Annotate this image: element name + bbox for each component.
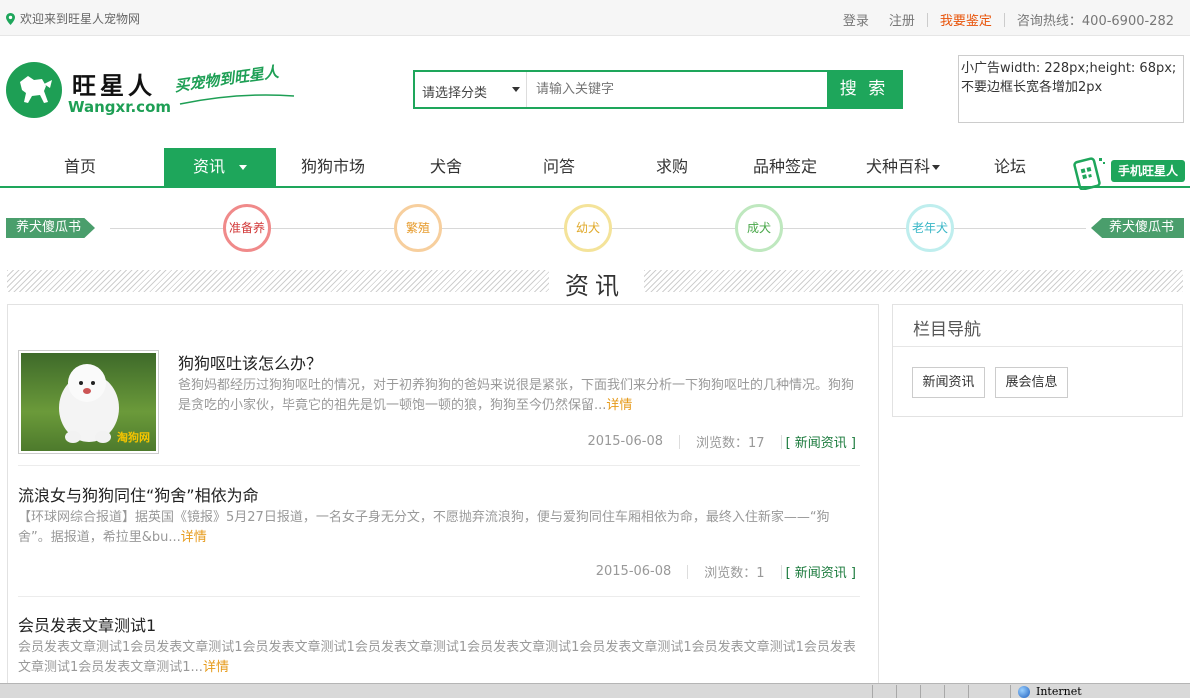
- article-date: 2015-06-08: [587, 434, 664, 449]
- top-links: 登录 注册 我要鉴定 咨询热线：400-6900-282: [823, 10, 1174, 29]
- article-category-tag[interactable]: [ 新闻资讯 ]: [786, 432, 856, 451]
- article-summary: 会员发表文章测试1会员发表文章测试1会员发表文章测试1会员发表文章测试1会员发表…: [18, 640, 856, 675]
- nav-item-qa[interactable]: 问答: [509, 148, 609, 186]
- site-logo[interactable]: 旺星人 Wangxr.com 买宠物到旺星人: [6, 62, 306, 122]
- section-title: 资讯: [565, 272, 625, 300]
- dog-life-stages: 养犬傻瓜书 养犬傻瓜书 准备养 繁殖 幼犬 成犬 老年犬: [0, 200, 1190, 260]
- divider: [926, 12, 928, 27]
- category-nav-panel: 栏目导航 新闻资讯 展会信息: [892, 304, 1183, 417]
- article-summary: 【环球网综合报道】据英国《镜报》5月27日报道，一名女子身无分文，不愿抛弃流浪狗…: [18, 510, 830, 545]
- security-zone: Internet: [1018, 685, 1082, 698]
- qr-phone-icon: [1073, 157, 1105, 190]
- logo-domain: Wangxr.com: [68, 98, 172, 116]
- article-category-tag[interactable]: [ 新闻资讯 ]: [786, 562, 856, 581]
- nav-item-forum[interactable]: 论坛: [960, 148, 1060, 186]
- thumbnail-watermark: 淘狗网: [117, 431, 150, 444]
- stage-preparing[interactable]: 准备养: [223, 204, 271, 252]
- search-bar: 请选择分类 搜 索: [413, 70, 903, 109]
- details-link[interactable]: 详情: [181, 530, 207, 545]
- welcome-message: 欢迎来到旺星人宠物网: [6, 10, 140, 27]
- mobile-site-label: 手机旺星人: [1111, 160, 1185, 182]
- stage-breeding[interactable]: 繁殖: [394, 204, 442, 252]
- category-select-value: 请选择分类: [422, 86, 488, 101]
- divider: [679, 434, 681, 449]
- top-bar: 欢迎来到旺星人宠物网 登录 注册 我要鉴定 咨询热线：400-6900-282: [0, 0, 1190, 36]
- panel-title: 栏目导航: [893, 305, 1182, 347]
- hatch-decoration: [7, 270, 549, 292]
- nav-item-wanted[interactable]: 求购: [622, 148, 722, 186]
- dog-photo-image: 淘狗网: [21, 353, 156, 451]
- article-title[interactable]: 流浪女与狗狗同住“狗舍”相依为命: [18, 482, 259, 506]
- category-tag-news[interactable]: 新闻资讯: [912, 367, 985, 398]
- nav-item-news[interactable]: 资讯: [164, 148, 276, 186]
- logo-slogan: 买宠物到旺星人: [173, 62, 280, 96]
- category-tag-exhibitions[interactable]: 展会信息: [995, 367, 1068, 398]
- dog-logo-icon: [6, 62, 62, 118]
- hotline-text: 咨询热线：400-6900-282: [1016, 14, 1174, 29]
- article-meta: 2015-06-08 浏览数：17 [ 新闻资讯 ]: [587, 432, 856, 451]
- details-link[interactable]: 详情: [606, 398, 632, 413]
- register-link[interactable]: 注册: [889, 10, 915, 29]
- article-title[interactable]: 会员发表文章测试1: [18, 612, 156, 636]
- slogan-swoosh-icon: [179, 94, 295, 105]
- section-header: 资讯: [7, 268, 1183, 300]
- search-input[interactable]: [528, 72, 828, 107]
- article-list: 淘狗网 狗狗呕吐该怎么办？ 爸狗妈都经历过狗狗呕吐的情况，对于初养狗狗的爸妈来说…: [7, 304, 879, 698]
- nav-item-home[interactable]: 首页: [30, 148, 130, 186]
- globe-icon: [1018, 685, 1030, 698]
- stage-puppy[interactable]: 幼犬: [564, 204, 612, 252]
- article-item: 淘狗网 狗狗呕吐该怎么办？ 爸狗妈都经历过狗狗呕吐的情况，对于初养狗狗的爸妈来说…: [18, 350, 860, 466]
- search-button[interactable]: 搜 索: [827, 72, 901, 107]
- article-views: 浏览数：1: [704, 566, 765, 581]
- status-divider: [944, 685, 945, 698]
- article-title[interactable]: 狗狗呕吐该怎么办？: [178, 350, 322, 374]
- nav-item-dog-market[interactable]: 狗狗市场: [283, 148, 383, 186]
- appraise-link[interactable]: 我要鉴定: [940, 10, 992, 29]
- article-date: 2015-06-08: [595, 564, 672, 579]
- chevron-down-icon: [239, 165, 247, 170]
- status-divider: [872, 685, 873, 698]
- login-link[interactable]: 登录: [843, 10, 869, 29]
- guide-flag-left[interactable]: 养犬傻瓜书: [6, 218, 96, 238]
- stage-senior[interactable]: 老年犬: [906, 204, 954, 252]
- article-views: 浏览数：17: [696, 436, 765, 451]
- main-nav: 首页 资讯 狗狗市场 犬舍 问答 求购 品种签定 犬种百科 论坛 手机旺星人: [0, 148, 1190, 190]
- status-divider: [920, 685, 921, 698]
- article-item: 流浪女与狗狗同住“狗舍”相依为命 【环球网综合报道】据英国《镜报》5月27日报道…: [18, 466, 860, 597]
- nav-item-kennels[interactable]: 犬舍: [396, 148, 496, 186]
- status-divider: [1010, 685, 1011, 698]
- mobile-site-link[interactable]: 手机旺星人: [1071, 154, 1187, 190]
- divider: [780, 434, 782, 449]
- nav-item-breed-encyclopedia[interactable]: 犬种百科: [848, 148, 958, 186]
- location-pin-icon: [6, 12, 15, 25]
- article-thumbnail[interactable]: 淘狗网: [18, 350, 159, 454]
- status-divider: [896, 685, 897, 698]
- divider: [1003, 12, 1005, 27]
- chevron-down-icon: [512, 87, 520, 92]
- welcome-text: 欢迎来到旺星人宠物网: [20, 12, 141, 26]
- status-divider: [968, 685, 969, 698]
- browser-status-bar: Internet: [0, 683, 1190, 698]
- nav-item-breed-appraisal[interactable]: 品种签定: [735, 148, 835, 186]
- hatch-decoration: [644, 270, 1183, 292]
- guide-flag-right[interactable]: 养犬傻瓜书: [1090, 218, 1184, 238]
- category-select[interactable]: 请选择分类: [415, 72, 527, 107]
- logo-name: 旺星人: [72, 71, 156, 100]
- stage-adult[interactable]: 成犬: [735, 204, 783, 252]
- details-link[interactable]: 详情: [203, 660, 229, 675]
- divider: [687, 564, 689, 579]
- chevron-down-icon: [932, 165, 940, 170]
- article-meta: 2015-06-08 浏览数：1 [ 新闻资讯 ]: [596, 562, 856, 581]
- article-summary: 爸狗妈都经历过狗狗呕吐的情况，对于初养狗狗的爸妈来说很是紧张，下面我们来分析一下…: [178, 378, 855, 413]
- ad-banner[interactable]: 小广告width: 228px;height: 68px;不要边框长宽各增加2p…: [958, 55, 1184, 123]
- security-zone-label: Internet: [1036, 685, 1082, 698]
- divider: [780, 564, 782, 579]
